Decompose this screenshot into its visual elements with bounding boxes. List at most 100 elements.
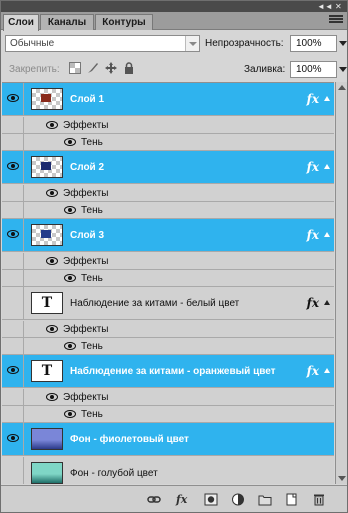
visibility-toggle[interactable]: [2, 355, 24, 387]
effects-label: Эффекты: [63, 120, 109, 131]
effects-row[interactable]: Эффекты: [2, 185, 334, 202]
layer-row[interactable]: T Наблюдение за китами - белый цвет fx: [2, 287, 334, 320]
layer-name[interactable]: Слой 3: [70, 230, 104, 241]
layer-thumbnail[interactable]: [31, 428, 63, 450]
layer-row[interactable]: Фон - голубой цвет: [2, 457, 334, 484]
visibility-toggle[interactable]: [2, 185, 24, 201]
opacity-field[interactable]: 100%: [290, 35, 337, 52]
collapse-panel-button[interactable]: ◄◄: [317, 2, 333, 11]
visibility-toggle[interactable]: [2, 287, 24, 319]
effects-row[interactable]: Эффекты: [2, 321, 334, 338]
eye-icon[interactable]: [64, 410, 76, 418]
eye-icon[interactable]: [64, 342, 76, 350]
lock-all-icon[interactable]: [123, 62, 135, 74]
lock-position-icon[interactable]: [105, 62, 117, 74]
tab-channels[interactable]: Каналы: [40, 14, 94, 30]
fill-field[interactable]: 100%: [290, 61, 337, 78]
scroll-up-icon[interactable]: [338, 85, 346, 90]
panel-footer: fx: [1, 485, 347, 512]
expand-effects-icon[interactable]: [324, 164, 330, 169]
eye-icon[interactable]: [46, 121, 58, 129]
layer-name[interactable]: Наблюдение за китами - белый цвет: [70, 298, 239, 309]
lock-image-pixels-icon[interactable]: [87, 62, 99, 74]
effect-row[interactable]: Тень: [2, 406, 334, 423]
effect-row[interactable]: Тень: [2, 134, 334, 151]
eye-icon[interactable]: [46, 393, 58, 401]
eye-icon[interactable]: [64, 138, 76, 146]
layer-name[interactable]: Слой 2: [70, 162, 104, 173]
effect-name: Тень: [81, 137, 103, 148]
effects-row[interactable]: Эффекты: [2, 389, 334, 406]
blend-mode-select[interactable]: Обычные: [5, 35, 200, 52]
visibility-toggle[interactable]: [2, 406, 24, 422]
visibility-toggle[interactable]: [2, 151, 24, 183]
eye-icon[interactable]: [46, 325, 58, 333]
scroll-down-icon[interactable]: [338, 476, 346, 481]
visibility-toggle[interactable]: [2, 457, 24, 484]
visibility-toggle[interactable]: [2, 117, 24, 133]
layer-effects-icon[interactable]: fx: [307, 296, 319, 310]
layer-name[interactable]: Фон - голубой цвет: [70, 468, 158, 479]
layer-effects-icon[interactable]: fx: [307, 228, 319, 242]
visibility-toggle[interactable]: [2, 321, 24, 337]
layer-thumbnail[interactable]: [31, 156, 63, 178]
expand-effects-icon[interactable]: [324, 368, 330, 373]
layer-effects-icon[interactable]: fx: [307, 160, 319, 174]
adjustment-layer-icon[interactable]: [231, 493, 245, 506]
visibility-toggle[interactable]: [2, 83, 24, 115]
lock-transparent-pixels-icon[interactable]: [69, 62, 81, 74]
layer-row[interactable]: Слой 3 fx: [2, 219, 334, 252]
fill-dropdown-button[interactable]: [336, 61, 348, 78]
visibility-toggle[interactable]: [2, 134, 24, 150]
expand-effects-icon[interactable]: [324, 96, 330, 101]
new-group-icon[interactable]: [258, 493, 272, 506]
eye-icon: [7, 230, 19, 238]
link-layers-icon[interactable]: [147, 493, 161, 506]
expand-effects-icon[interactable]: [324, 300, 330, 305]
visibility-toggle[interactable]: [2, 202, 24, 218]
layer-name[interactable]: Наблюдение за китами - оранжевый цвет: [70, 366, 276, 377]
layer-content-swatch: [41, 162, 51, 170]
effects-row[interactable]: Эффекты: [2, 253, 334, 270]
visibility-toggle[interactable]: [2, 253, 24, 269]
effects-row[interactable]: Эффекты: [2, 117, 334, 134]
layer-row[interactable]: Слой 2 fx: [2, 151, 334, 184]
layer-list-scrollbar[interactable]: [335, 82, 347, 484]
layer-name[interactable]: Слой 1: [70, 94, 104, 105]
visibility-toggle[interactable]: [2, 270, 24, 286]
layer-row[interactable]: T Наблюдение за китами - оранжевый цвет fx: [2, 355, 334, 388]
add-mask-icon[interactable]: [204, 493, 218, 506]
layer-effects-icon[interactable]: fx: [307, 364, 319, 378]
panel-menu-icon[interactable]: [329, 15, 343, 27]
effect-row[interactable]: Тень: [2, 338, 334, 355]
visibility-toggle[interactable]: [2, 338, 24, 354]
layer-thumbnail[interactable]: T: [31, 360, 63, 382]
layer-row[interactable]: Слой 1 fx: [2, 83, 334, 116]
delete-layer-icon[interactable]: [312, 493, 326, 506]
layer-effects-icon[interactable]: fx: [307, 92, 319, 106]
layer-name[interactable]: Фон - фиолетовый цвет: [70, 434, 189, 445]
visibility-toggle[interactable]: [2, 219, 24, 251]
eye-icon[interactable]: [64, 206, 76, 214]
visibility-toggle[interactable]: [2, 423, 24, 455]
tab-paths[interactable]: Контуры: [95, 14, 153, 30]
layer-thumbnail[interactable]: T: [31, 292, 63, 314]
visibility-toggle[interactable]: [2, 389, 24, 405]
effect-row[interactable]: Тень: [2, 270, 334, 287]
eye-icon[interactable]: [64, 274, 76, 282]
opacity-dropdown-button[interactable]: [336, 35, 348, 52]
effect-name: Тень: [81, 409, 103, 420]
layer-thumbnail[interactable]: [31, 224, 63, 246]
layer-thumbnail[interactable]: [31, 462, 63, 484]
effects-label: Эффекты: [63, 324, 109, 335]
expand-effects-icon[interactable]: [324, 232, 330, 237]
tab-layers[interactable]: Слои: [3, 14, 39, 31]
eye-icon[interactable]: [46, 257, 58, 265]
close-panel-button[interactable]: ✕: [335, 2, 342, 11]
new-layer-icon[interactable]: [285, 493, 299, 506]
layer-row[interactable]: Фон - фиолетовый цвет: [2, 423, 334, 456]
layer-thumbnail[interactable]: [31, 88, 63, 110]
effect-row[interactable]: Тень: [2, 202, 334, 219]
eye-icon[interactable]: [46, 189, 58, 197]
add-layer-style-icon[interactable]: fx: [176, 493, 190, 506]
